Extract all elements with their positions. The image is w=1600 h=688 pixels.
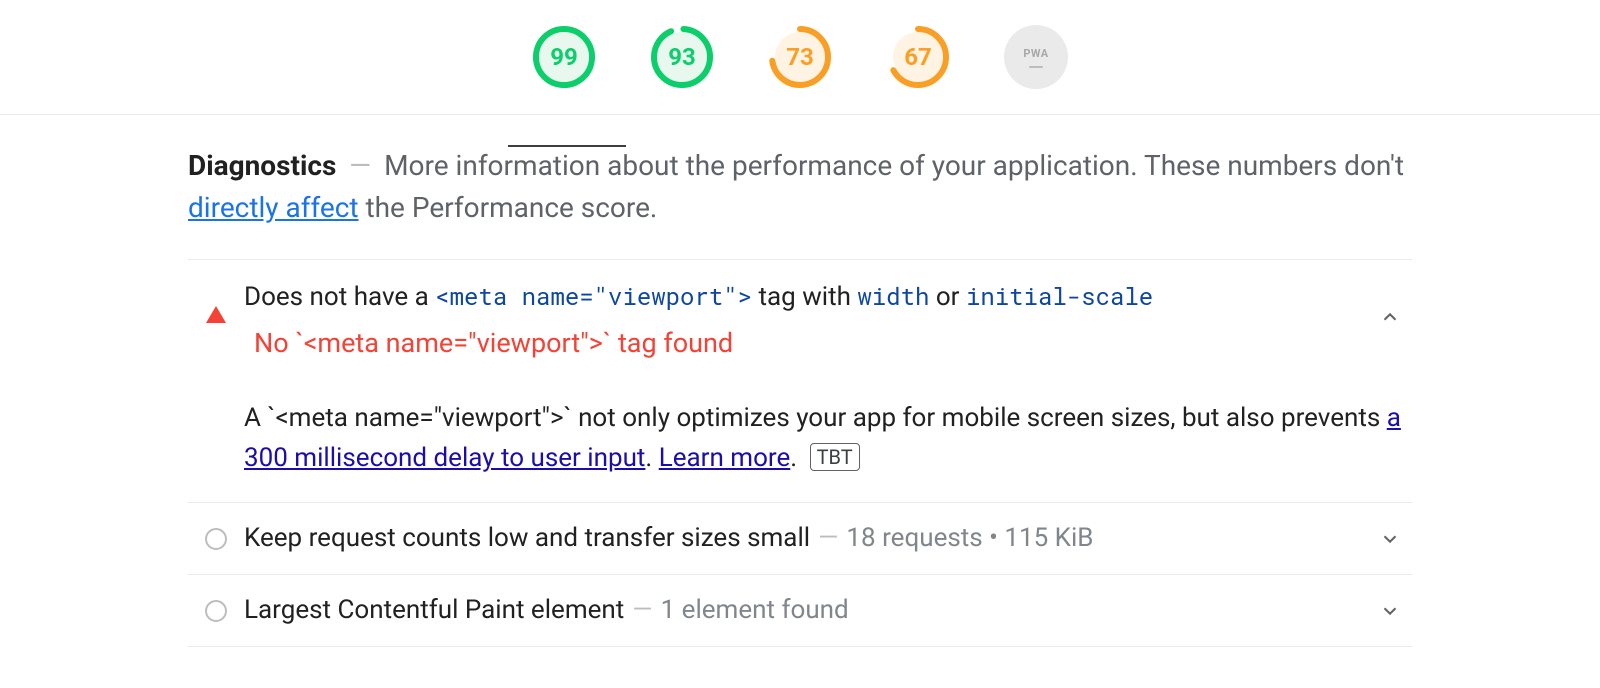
audit-requests: Keep request counts low and transfer siz…: [188, 503, 1412, 575]
audit-description: A `<meta name="viewport">` not only opti…: [244, 398, 1412, 479]
diagnostics-desc-before: More information about the performance o…: [384, 149, 1404, 182]
score-value: 99: [550, 43, 578, 71]
diagnostics-title: Diagnostics: [188, 149, 336, 182]
info-icon: [188, 600, 244, 622]
score-gauge-seo[interactable]: 67: [886, 25, 950, 89]
audit-toggle[interactable]: Keep request counts low and transfer siz…: [188, 503, 1412, 574]
audit-title: Largest Contentful Paint element —1 elem…: [244, 591, 1368, 630]
audit-title: Does not have a <meta name="viewport"> t…: [244, 276, 1368, 372]
audit-subtitle: 1 element found: [661, 595, 849, 625]
audit-viewport: Does not have a <meta name="viewport"> t…: [188, 260, 1412, 503]
pwa-label: PWA: [1023, 47, 1048, 60]
dash-separator: —: [343, 149, 377, 182]
info-icon: [188, 528, 244, 550]
audit-toggle[interactable]: Largest Contentful Paint element —1 elem…: [188, 575, 1412, 646]
report-content: Diagnostics — More information about the…: [188, 115, 1412, 647]
chevron-down-icon: [1368, 528, 1412, 550]
score-value: 67: [904, 43, 932, 71]
metric-chip: TBT: [810, 443, 860, 471]
chevron-up-icon: [1368, 276, 1412, 328]
score-value: 93: [668, 43, 696, 71]
dash-icon: [1029, 66, 1043, 68]
score-gauge-pwa[interactable]: PWA: [1004, 25, 1068, 89]
scores-bar: 99 93 73 67 PWA: [0, 0, 1600, 115]
audit-subtitle: 18 requests • 115 KiB: [846, 523, 1093, 553]
diagnostics-link[interactable]: directly affect: [188, 191, 359, 224]
score-gauge-best-practices[interactable]: 73: [768, 25, 832, 89]
score-value: 73: [786, 43, 814, 71]
diagnostics-desc-after: the Performance score.: [359, 191, 658, 224]
audit-toggle[interactable]: Does not have a <meta name="viewport"> t…: [188, 260, 1412, 372]
audit-lcp-element: Largest Contentful Paint element —1 elem…: [188, 575, 1412, 647]
score-gauge-performance[interactable]: 99: [532, 25, 596, 89]
audit-title: Keep request counts low and transfer siz…: [244, 519, 1368, 558]
score-gauge-accessibility[interactable]: 93: [650, 25, 714, 89]
fail-icon: [188, 276, 244, 323]
diagnostics-header: Diagnostics — More information about the…: [188, 145, 1412, 229]
chevron-down-icon: [1368, 600, 1412, 622]
learn-more-link[interactable]: Learn more: [659, 443, 791, 473]
audit-error: No `<meta name="viewport">` tag found: [254, 323, 1368, 364]
